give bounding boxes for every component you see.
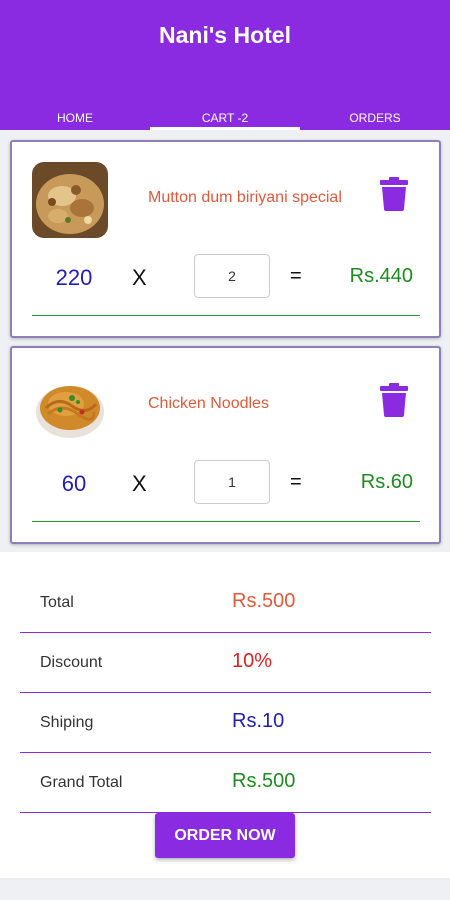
- total-label: Total: [40, 594, 74, 611]
- equals-sign: =: [290, 471, 302, 493]
- discount-label: Discount: [40, 654, 103, 671]
- tab-indicator: [150, 127, 300, 130]
- quantity-input[interactable]: [194, 460, 270, 504]
- grand-total-label: Grand Total: [40, 774, 123, 791]
- delete-icon[interactable]: [380, 177, 408, 211]
- order-summary: Total Rs.500 Discount 10% Shiping Rs.10 …: [0, 552, 450, 878]
- item-name: Mutton dum biriyani special: [148, 189, 342, 206]
- multiply-sign: X: [132, 471, 147, 496]
- item-subtotal: Rs.440: [349, 265, 413, 287]
- order-now-button[interactable]: ORDER NOW: [155, 813, 295, 858]
- summary-row-discount: Discount 10%: [20, 633, 431, 693]
- noodles-image: [32, 368, 108, 444]
- quantity-input[interactable]: [194, 254, 270, 298]
- grand-total-value: Rs.500: [232, 770, 296, 792]
- delete-icon[interactable]: [380, 383, 408, 417]
- equals-sign: =: [290, 265, 302, 287]
- cart-item-card: Chicken Noodles 60 X = Rs.60: [10, 346, 441, 544]
- app-bar: Nani's Hotel HOME CART -2 ORDERS: [0, 0, 450, 130]
- total-value: Rs.500: [232, 590, 296, 612]
- item-price: 220: [55, 265, 93, 290]
- tab-orders[interactable]: ORDERS: [300, 104, 450, 130]
- summary-row-grand-total: Grand Total Rs.500: [20, 753, 431, 813]
- summary-row-shipping: Shiping Rs.10: [20, 693, 431, 753]
- app-title: Nani's Hotel: [159, 22, 291, 48]
- shipping-value: Rs.10: [232, 710, 285, 732]
- divider: [32, 315, 420, 316]
- discount-value: 10%: [232, 650, 273, 672]
- shipping-label: Shiping: [40, 714, 94, 731]
- cart-item-card: Mutton dum biriyani special 220 X = Rs.4…: [10, 140, 441, 338]
- item-price: 60: [61, 471, 87, 496]
- divider: [32, 521, 420, 522]
- item-subtotal: Rs.60: [360, 471, 413, 493]
- multiply-sign: X: [132, 265, 147, 290]
- tab-home[interactable]: HOME: [0, 104, 150, 130]
- item-name: Chicken Noodles: [148, 395, 269, 412]
- summary-row-total: Total Rs.500: [20, 573, 431, 633]
- biriyani-image: [32, 162, 108, 238]
